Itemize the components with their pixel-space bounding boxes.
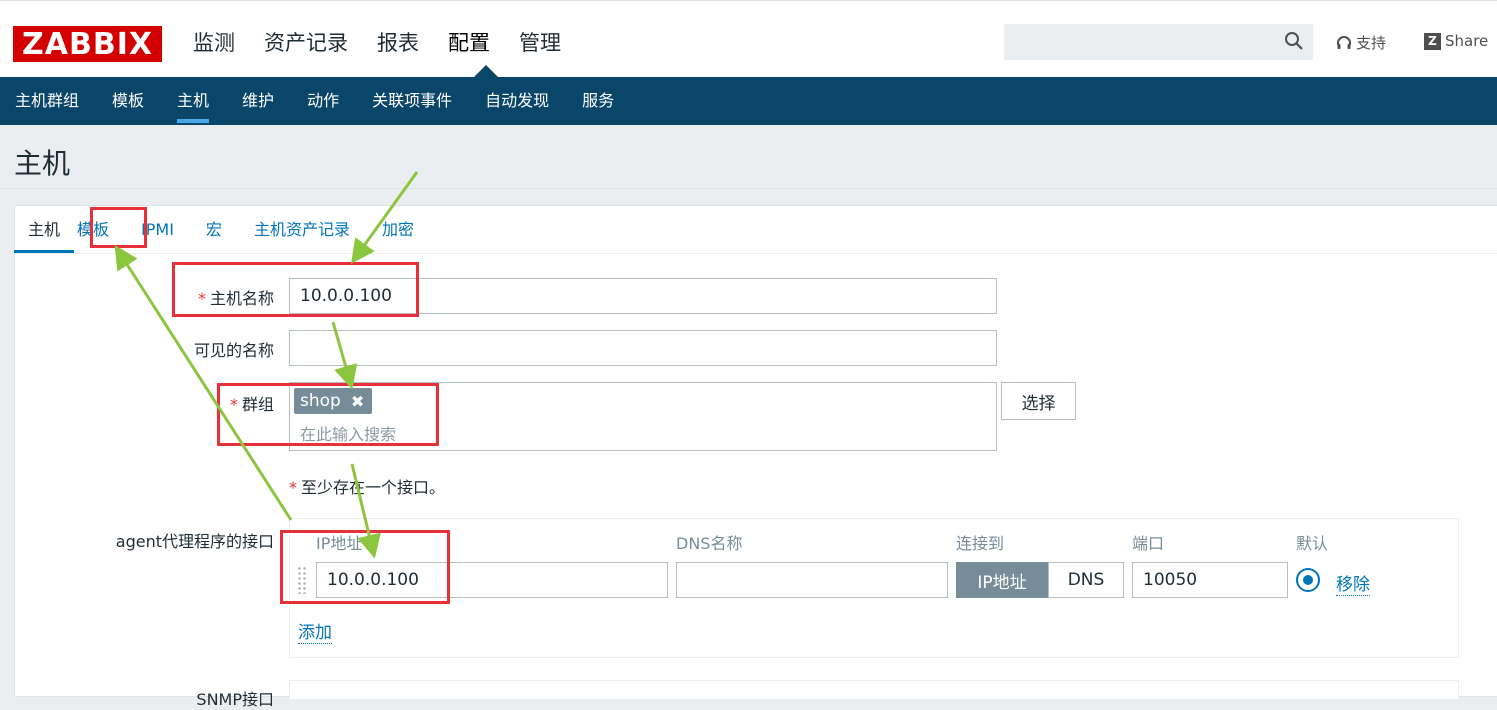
annotation-arrows [114,171,419,559]
arrow-to-host-name [350,171,419,264]
arrow-to-ip-address [350,463,381,559]
arrow-to-groups [331,321,358,390]
arrow-to-templates-tab [114,244,293,521]
